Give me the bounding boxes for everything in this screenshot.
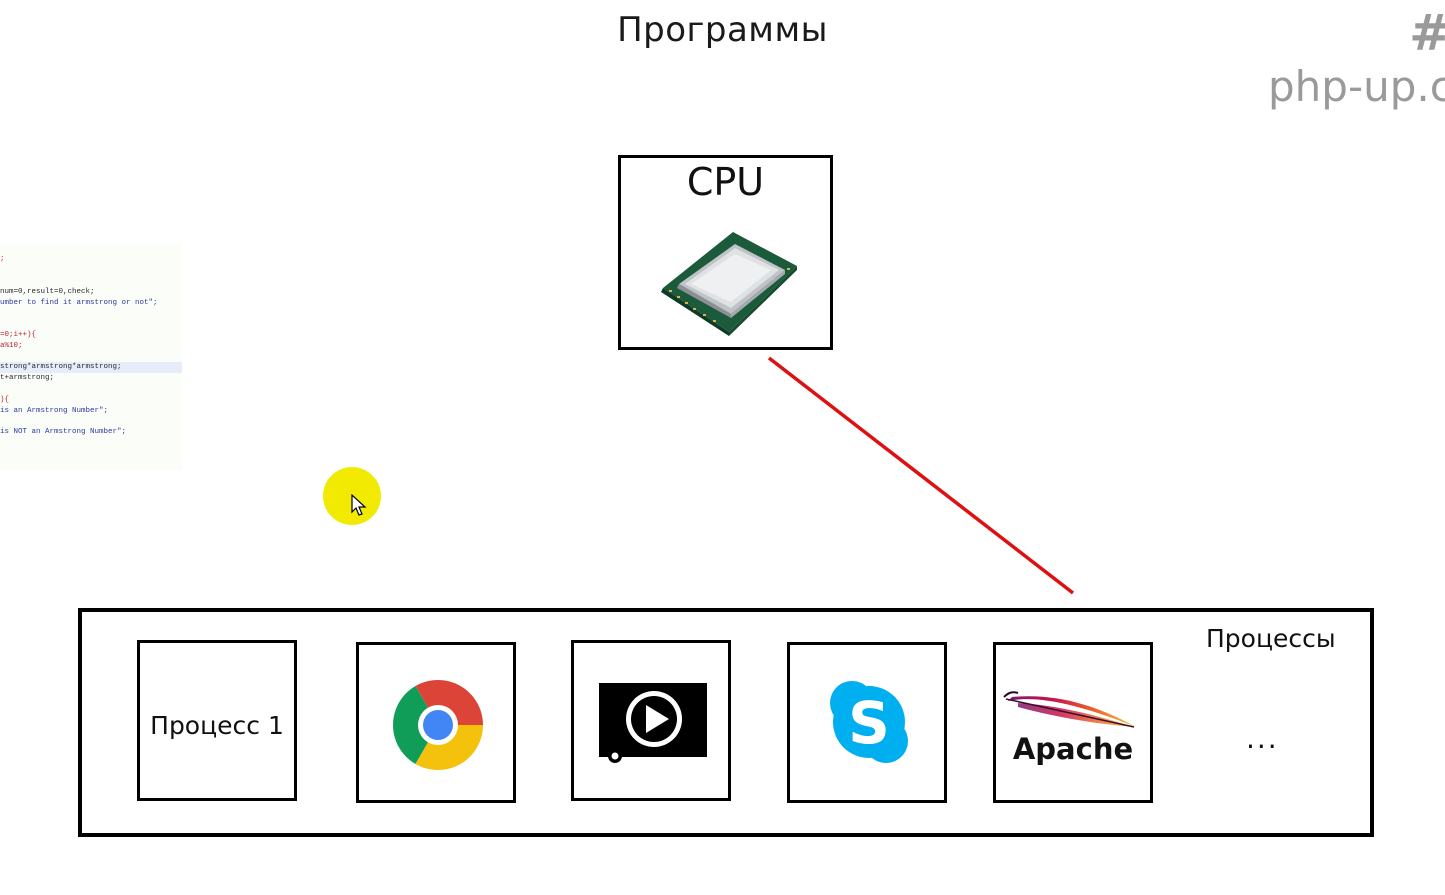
apache-process-tile: Apache — [993, 642, 1153, 803]
skype-icon: S — [830, 681, 908, 763]
video-process-tile — [571, 640, 731, 801]
process-1-label: Процесс 1 — [150, 711, 284, 740]
skype-process-tile: S — [787, 642, 947, 803]
process-1-tile: Процесс 1 — [137, 640, 297, 801]
apache-feather-icon — [1003, 691, 1136, 728]
chrome-process-tile — [356, 642, 516, 803]
chrome-icon — [393, 680, 483, 770]
more-processes-ellipsis: ... — [1246, 722, 1279, 755]
connector-line — [767, 356, 1075, 595]
apache-label: Apache — [1012, 732, 1134, 766]
svg-text:S: S — [848, 689, 890, 757]
video-player-icon — [599, 683, 707, 763]
cpu-box: CPU — [618, 155, 833, 350]
cpu-label: CPU — [686, 160, 765, 204]
cpu-chip-icon — [661, 232, 797, 336]
processes-label: Процессы — [1206, 624, 1336, 653]
mouse-cursor-icon — [351, 494, 367, 516]
